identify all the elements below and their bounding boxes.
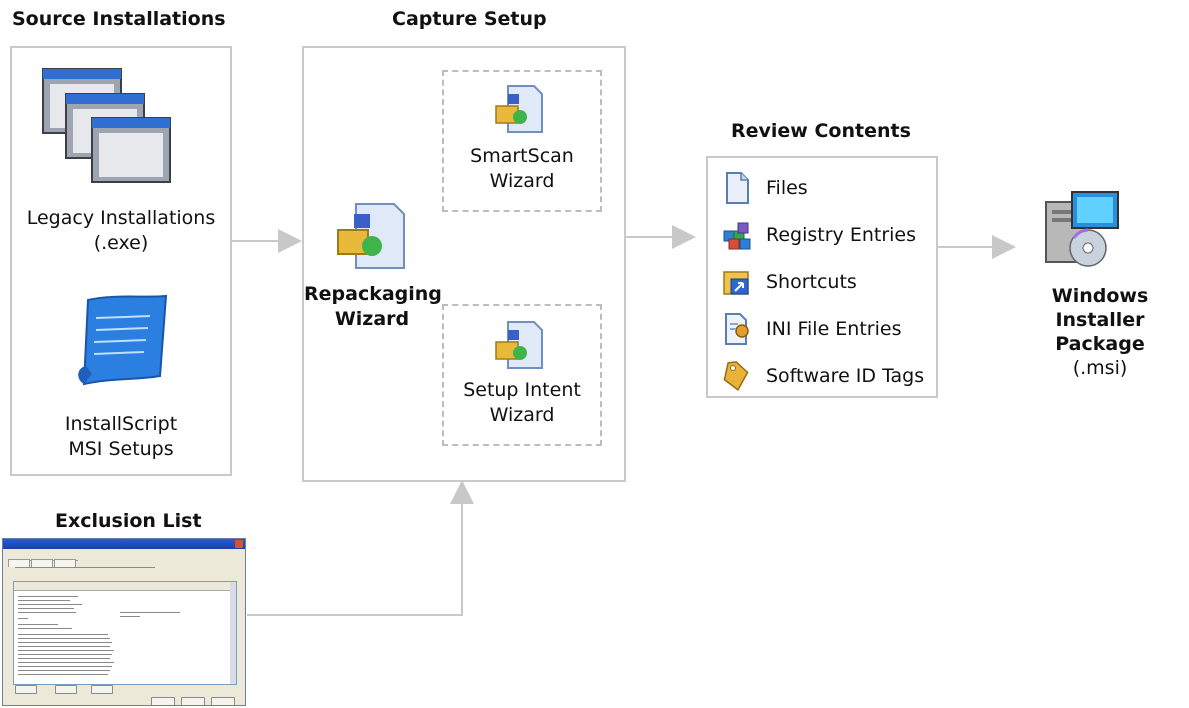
legacy-installations-label: Legacy Installations (.exe) — [26, 207, 216, 254]
smartscan-wizard-label: SmartScan Wizard — [470, 145, 574, 192]
tag-icon — [722, 360, 752, 392]
installscript-label: InstallScript MSI Setups — [64, 413, 178, 460]
dialog-exclusion-table — [13, 581, 237, 685]
heading-source-installations: Source Installations — [12, 8, 226, 30]
dialog-description-line — [15, 567, 155, 568]
smartscan-wizard-box: SmartScan Wizard — [442, 70, 602, 212]
review-item-label: Software ID Tags — [766, 365, 925, 387]
dialog-button — [15, 685, 37, 694]
review-item: Shortcuts — [722, 260, 857, 304]
arrow-exclusion-to-capture — [247, 480, 474, 616]
close-icon — [235, 540, 243, 548]
file-icon — [722, 172, 752, 204]
review-item: Files — [722, 166, 808, 210]
setup-intent-wizard-box: Setup Intent Wizard — [442, 304, 602, 446]
registry-icon — [722, 219, 752, 251]
review-item-label: Registry Entries — [766, 224, 916, 246]
legacy-windows-icon — [42, 68, 171, 183]
setup-intent-wizard-label: Setup Intent Wizard — [463, 379, 581, 426]
repackaging-wizard-icon — [337, 203, 405, 269]
setup-intent-wizard-icon — [495, 321, 543, 369]
dialog-button — [91, 685, 113, 694]
dialog-tabs — [8, 552, 78, 567]
review-item: Software ID Tags — [722, 354, 924, 398]
dialog-button — [181, 697, 205, 705]
capture-setup-box: Repackaging Wizard SmartScan Wizard Setu… — [302, 46, 626, 482]
review-item-label: INI File Entries — [766, 318, 902, 340]
source-installations-box: Legacy Installations (.exe) InstallScrip… — [10, 46, 232, 476]
dialog-button — [55, 685, 77, 694]
installscript-scroll-icon — [78, 294, 168, 386]
heading-review-contents: Review Contents — [731, 120, 911, 142]
heading-capture-setup: Capture Setup — [392, 8, 547, 30]
review-contents-box: Files Registry Entries Shortcuts INI Fil… — [706, 156, 938, 398]
msi-package-label: Windows Installer Package (.msi) — [1051, 285, 1149, 379]
repackaging-wizard-label: Repackaging Wizard — [304, 283, 442, 330]
dialog-button — [151, 697, 175, 705]
review-item: INI File Entries — [722, 307, 901, 351]
smartscan-wizard-icon — [495, 85, 543, 133]
review-item: Registry Entries — [722, 213, 916, 257]
msi-package-icon — [1045, 191, 1119, 267]
review-item-label: Shortcuts — [766, 271, 857, 293]
shortcut-icon — [722, 266, 752, 298]
review-item-label: Files — [766, 177, 808, 199]
dialog-title-bar — [3, 539, 245, 549]
exclusion-list-dialog-thumbnail — [2, 538, 246, 706]
ini-file-icon — [722, 313, 752, 345]
heading-exclusion-list: Exclusion List — [55, 510, 202, 532]
dialog-button — [211, 697, 235, 705]
